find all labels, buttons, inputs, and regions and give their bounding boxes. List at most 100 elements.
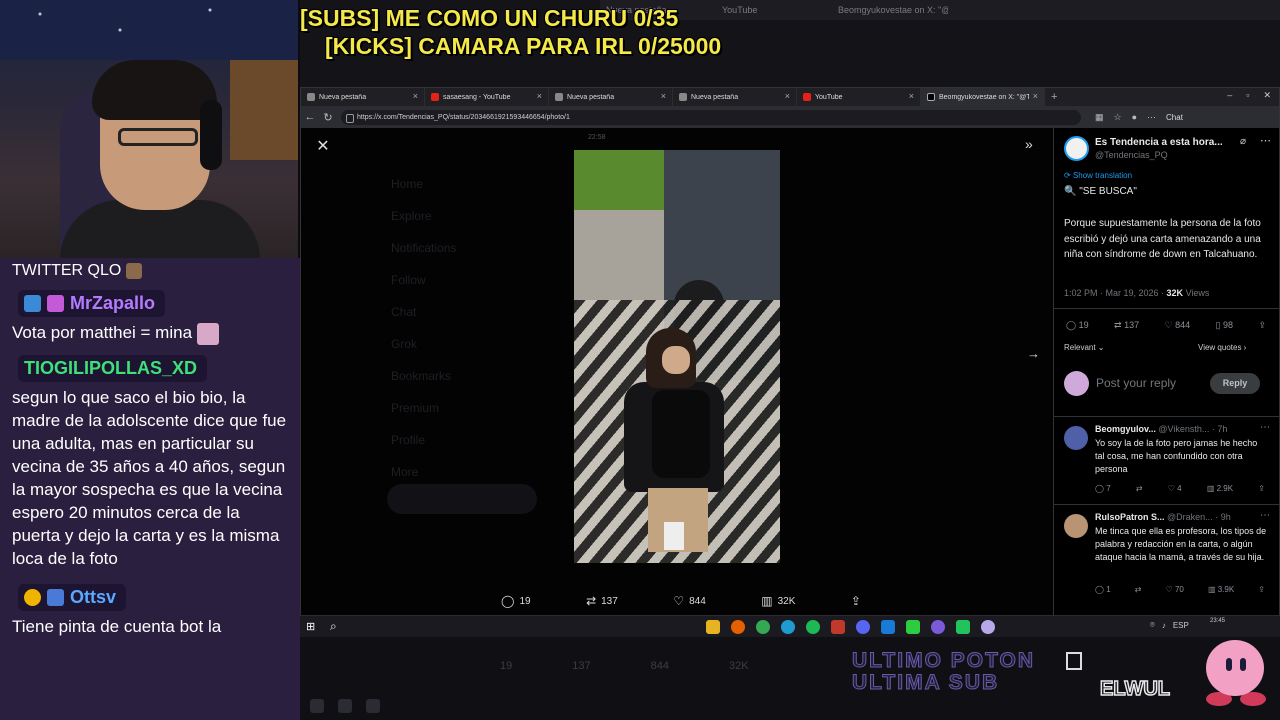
reply-count: 19 <box>1078 320 1089 330</box>
repost-icon: ⇄ <box>1114 320 1125 330</box>
badge-icon <box>47 588 64 606</box>
play-icon[interactable] <box>906 620 920 634</box>
close-icon[interactable]: × <box>413 91 418 101</box>
next-photo-arrow-icon[interactable]: → <box>1027 346 1040 361</box>
browser-tab[interactable]: Nueva pestaña × <box>673 88 797 106</box>
nav-item-premium: Premium <box>391 401 440 415</box>
reply-likes[interactable]: ♡ 70 <box>1166 585 1184 594</box>
more-options-icon[interactable]: ⋯ <box>1260 134 1271 147</box>
close-icon[interactable]: × <box>1033 91 1038 101</box>
repost-icon[interactable]: ⇄ <box>1136 484 1143 493</box>
browser-tab[interactable]: Nueva pestaña × <box>301 88 425 106</box>
reply-views[interactable]: ▥ 3.9K <box>1208 585 1234 594</box>
extensions-icon[interactable]: ▦ <box>1095 112 1104 123</box>
file-explorer-icon[interactable] <box>706 620 720 634</box>
grok-icon[interactable]: ⌀ <box>1240 136 1246 147</box>
reply-item[interactable]: RulsoPatron S... @Draken... · 9h ⋯ Me ti… <box>1064 510 1270 602</box>
reply-action[interactable]: ◯ 19 <box>1066 320 1089 331</box>
like-action[interactable]: ♡ 844 <box>1165 320 1191 331</box>
author-handle[interactable]: @Tendencias_PQ <box>1095 150 1168 160</box>
app-icon[interactable] <box>956 620 970 634</box>
show-translation-label: Show translation <box>1072 171 1133 180</box>
reply-button[interactable]: Reply <box>1210 373 1260 394</box>
reply-action[interactable]: ◯ 19 <box>501 594 531 608</box>
language-indicator[interactable]: ESP <box>1173 621 1189 630</box>
edge-icon[interactable] <box>781 620 795 634</box>
chat-username-badge: TIOGILIPOLLAS_XD <box>18 354 208 382</box>
reply-author[interactable]: Beomgyulov... <box>1095 424 1156 434</box>
collapse-panel-icon[interactable]: » <box>1025 136 1033 152</box>
more-options-icon[interactable]: ⋯ <box>1260 510 1270 521</box>
browser-tab[interactable]: YouTube × <box>797 88 921 106</box>
browser-tab-active[interactable]: Beomgyukovestae on X: "@Tende... × <box>921 88 1045 106</box>
chat-message: Vota por matthei = mina <box>0 321 300 345</box>
window-controls: – ▫ ✕ <box>1227 90 1271 101</box>
repost-icon[interactable]: ⇄ <box>1135 585 1142 594</box>
reply-views[interactable]: ▥ 2.9K <box>1207 484 1233 493</box>
clock[interactable]: 23:45 <box>1210 617 1225 625</box>
reply-replies[interactable]: ◯ 7 <box>1095 484 1111 493</box>
bookmark-action[interactable]: ▯ 98 <box>1216 320 1233 331</box>
tab-strip: Nueva pestaña × sasaesang - YouTube × Nuev… <box>301 88 1279 106</box>
reload-icon[interactable]: ↻ <box>319 111 337 124</box>
author-name[interactable]: Es Tendencia a esta hora... <box>1095 137 1223 148</box>
close-window-icon[interactable]: ✕ <box>1263 90 1271 101</box>
windows-start-icon[interactable]: ⊞ <box>306 621 318 633</box>
search-icon[interactable]: ⌕ <box>330 619 337 634</box>
more-options-icon[interactable]: ⋯ <box>1260 422 1270 433</box>
author-avatar[interactable] <box>1064 136 1089 161</box>
reply-avatar[interactable] <box>1064 514 1088 538</box>
url-field[interactable]: https://x.com/Tendencias_PQ/status/20346… <box>341 109 1081 125</box>
copilot-chat-button[interactable]: Chat <box>1166 113 1183 122</box>
view-quotes-link[interactable]: View quotes › <box>1198 343 1246 352</box>
profile-icon[interactable]: ● <box>1132 112 1137 122</box>
obs-icon[interactable] <box>831 620 845 634</box>
reply-replies[interactable]: ◯ 1 <box>1095 585 1111 594</box>
app-icon[interactable] <box>931 620 945 634</box>
share-icon[interactable]: ⇪ <box>1258 320 1266 331</box>
close-icon[interactable]: × <box>661 91 666 101</box>
share-icon[interactable]: ⇪ <box>1258 585 1265 594</box>
spotify-icon[interactable] <box>806 620 820 634</box>
new-tab-button[interactable]: + <box>1045 91 1057 103</box>
network-icon[interactable]: ⌾ <box>1150 620 1155 630</box>
reply-input[interactable]: Post your reply <box>1096 376 1176 390</box>
reply-likes[interactable]: ♡ 4 <box>1168 484 1182 493</box>
chrome-icon[interactable] <box>756 620 770 634</box>
views-action[interactable]: ▥ 32K <box>761 594 795 608</box>
back-arrow-icon[interactable]: ← <box>301 111 319 123</box>
nav-item-notifications: Notifications <box>391 241 457 255</box>
repost-action[interactable]: ⇄ 137 <box>1114 320 1139 331</box>
kirby-mascot-icon <box>1198 630 1268 710</box>
reply-avatar[interactable] <box>1064 426 1088 450</box>
reply-item[interactable]: Beomgyulov... @Vikensth... · 7h ⋯ Yo soy… <box>1064 422 1270 504</box>
close-icon[interactable]: × <box>537 91 542 101</box>
close-icon[interactable]: × <box>785 91 790 101</box>
browser-tab[interactable]: sasaesang - YouTube × <box>425 88 549 106</box>
share-action[interactable]: ⇪ <box>851 594 861 608</box>
bookmark-count: 98 <box>1223 320 1234 330</box>
discord-icon[interactable] <box>856 620 870 634</box>
bookmark-icon: ▯ <box>1215 320 1223 330</box>
menu-icon[interactable]: ⋯ <box>1147 112 1156 123</box>
heart-icon: ♡ <box>1165 585 1175 594</box>
app-icon[interactable] <box>981 620 995 634</box>
like-action[interactable]: ♡ 844 <box>673 594 705 608</box>
close-icon[interactable]: × <box>909 91 914 101</box>
firefox-icon[interactable] <box>731 620 745 634</box>
show-translation-link[interactable]: ⟳ Show translation <box>1064 171 1132 180</box>
reply-handle: @Draken... <box>1167 512 1213 522</box>
like-count: 844 <box>689 595 706 607</box>
repost-count: 137 <box>601 595 618 607</box>
volume-icon[interactable]: ♪ <box>1162 621 1166 630</box>
minimize-icon[interactable]: – <box>1227 90 1232 101</box>
close-viewer-icon[interactable]: ✕ <box>313 136 333 156</box>
reply-sort-dropdown[interactable]: Relevant ⌄ <box>1064 343 1105 352</box>
share-icon[interactable]: ⇪ <box>1258 484 1265 493</box>
browser-tab[interactable]: Nueva pestaña × <box>549 88 673 106</box>
repost-action[interactable]: ⇄ 137 <box>586 594 618 608</box>
maximize-icon[interactable]: ▫ <box>1246 90 1249 101</box>
app-icon[interactable] <box>881 620 895 634</box>
bookmark-star-icon[interactable]: ☆ <box>1114 112 1122 123</box>
reply-author[interactable]: RulsoPatron S... <box>1095 512 1165 522</box>
